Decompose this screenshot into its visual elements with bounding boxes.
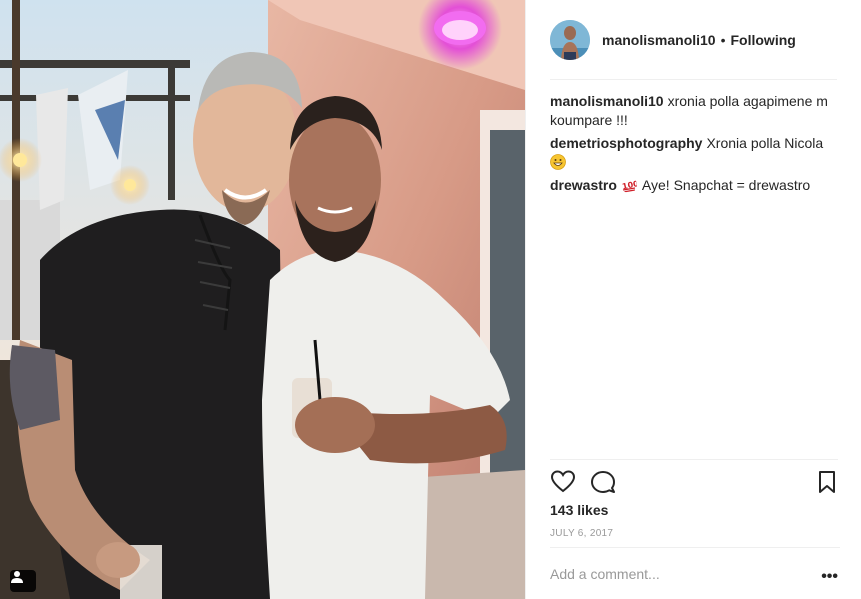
more-options-icon[interactable]: ••• bbox=[821, 568, 838, 586]
post-photo[interactable] bbox=[0, 0, 525, 599]
avatar-image bbox=[550, 19, 590, 60]
comment-item: drewastro 100 Aye! Snapchat = drewastro bbox=[550, 176, 840, 195]
heart-icon[interactable] bbox=[550, 469, 576, 495]
username-link[interactable]: manolismanoli10 bbox=[602, 32, 716, 48]
tagged-users-button[interactable] bbox=[10, 570, 36, 592]
post-details-panel: manolismanoli10 • Following manolismanol… bbox=[525, 0, 861, 599]
comment-text: Xronia polla Nicola bbox=[706, 135, 824, 151]
comment-bubble-icon[interactable] bbox=[590, 469, 616, 495]
avatar[interactable] bbox=[550, 19, 590, 60]
post-date[interactable]: JULY 6, 2017 bbox=[550, 528, 613, 539]
bookmark-icon[interactable] bbox=[814, 469, 840, 495]
post-actions-bar bbox=[550, 459, 838, 503]
likes-count[interactable]: 143 likes bbox=[550, 502, 608, 518]
following-button[interactable]: Following bbox=[731, 32, 796, 48]
add-comment-input[interactable]: Add a comment... bbox=[550, 566, 660, 582]
comment-username[interactable]: drewastro bbox=[550, 177, 617, 193]
user-tag-icon bbox=[11, 571, 23, 583]
add-comment-bar: Add a comment... ••• bbox=[550, 547, 840, 599]
comment-username[interactable]: demetriosphotography bbox=[550, 135, 702, 151]
comment-username[interactable]: manolismanoli10 bbox=[550, 93, 664, 109]
hundred-points-icon: 100 bbox=[621, 179, 637, 193]
comments-list: manolismanoli10 xronia polla agapimene m … bbox=[550, 92, 840, 199]
post-header: manolismanoli10 • Following bbox=[526, 0, 861, 80]
photo-artwork bbox=[0, 0, 525, 599]
header-separator: • bbox=[720, 31, 726, 48]
comment-text: Aye! Snapchat = drewastro bbox=[641, 177, 811, 193]
comment-caption: manolismanoli10 xronia polla agapimene m … bbox=[550, 92, 840, 130]
post-header-row: manolismanoli10 • Following bbox=[550, 0, 837, 80]
grinning-face-icon bbox=[550, 154, 566, 170]
comment-item: demetriosphotography Xronia polla Nicola bbox=[550, 134, 840, 172]
